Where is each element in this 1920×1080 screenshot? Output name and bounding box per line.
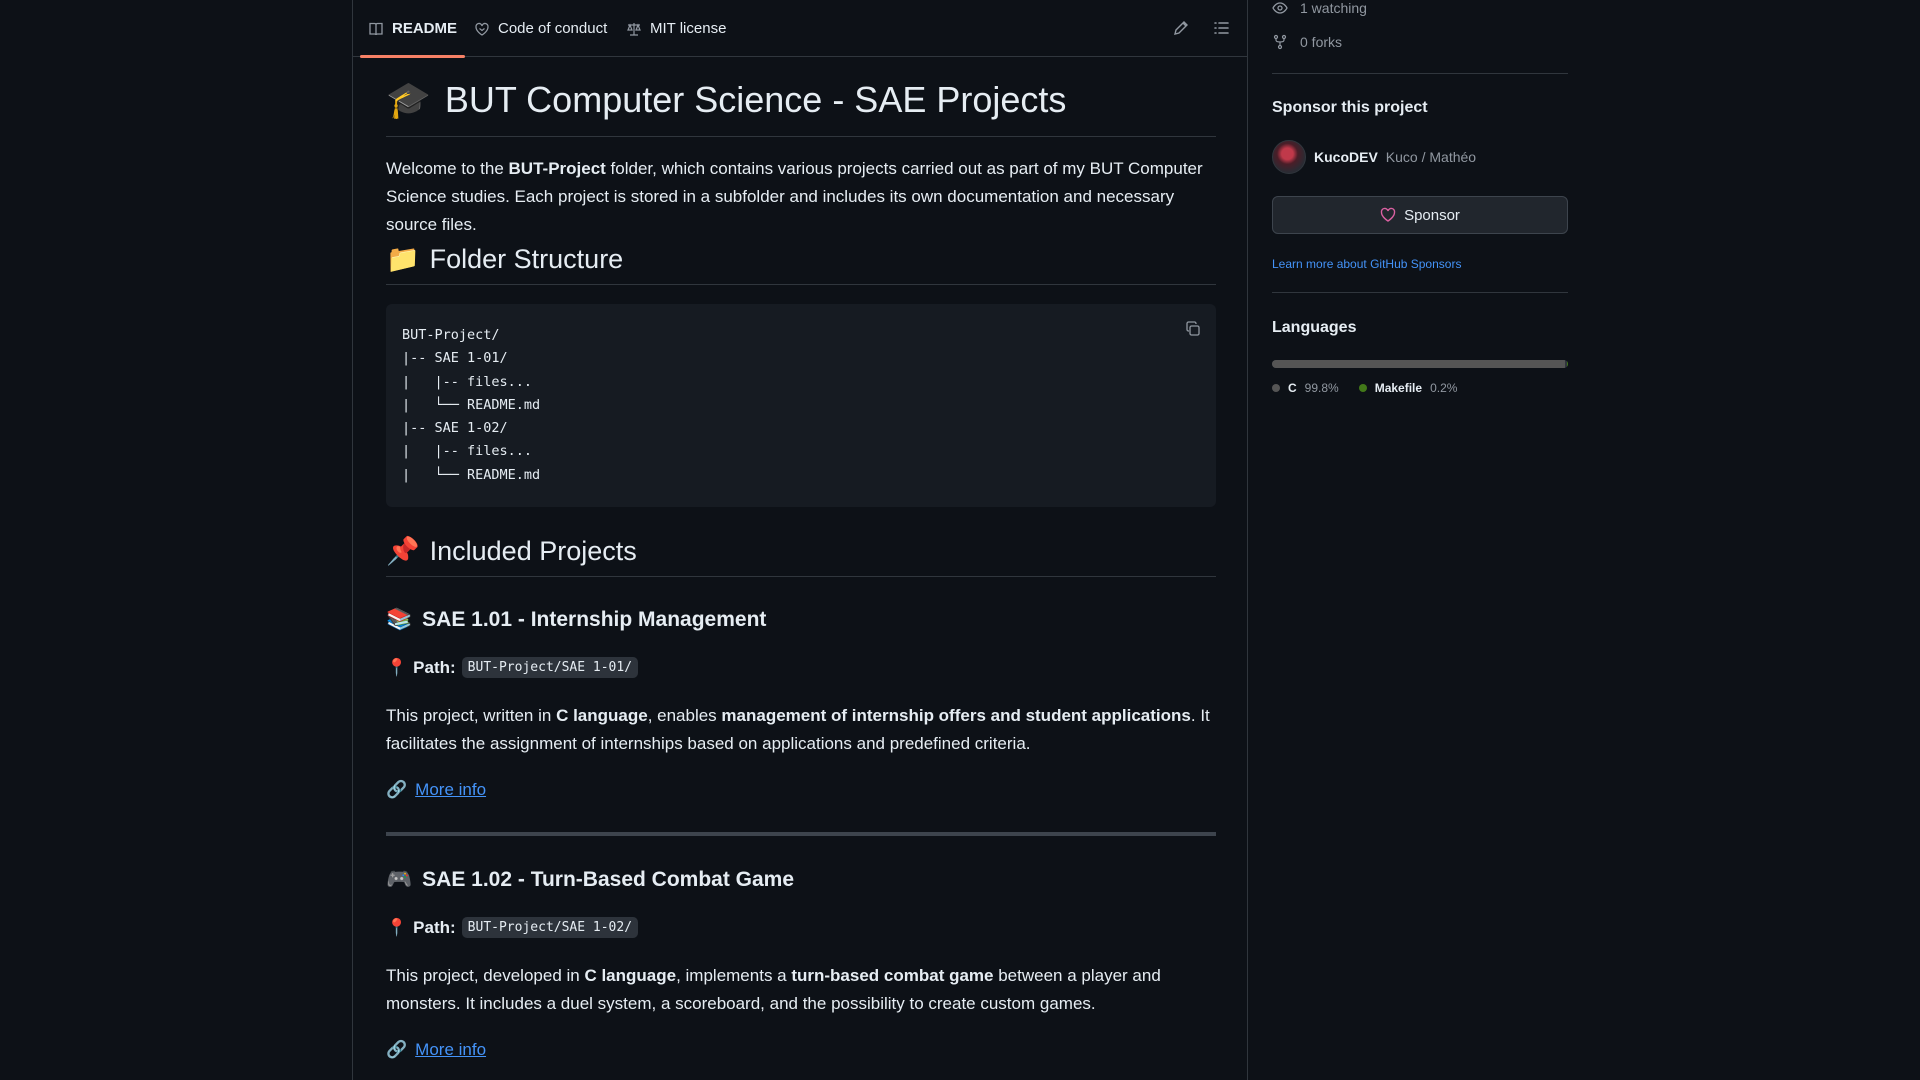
project-2-description: This project, developed in C language, i… [386,962,1216,1018]
tab-code-of-conduct-label: Code of conduct [498,20,608,37]
languages-bar [1272,360,1568,368]
link-icon: 🔗 [386,1040,408,1059]
tab-mit-license[interactable]: MIT license [626,0,726,57]
language-percent: 99.8% [1304,381,1339,395]
project-2-more-info: 🔗 More info [386,1040,486,1060]
folder-structure-heading: 📁 Folder Structure [386,243,623,275]
learn-more-sponsors-link[interactable]: Learn more about GitHub Sponsors [1272,257,1461,271]
language-color-dot [1272,384,1280,392]
project-1-path-code: BUT-Project/SAE 1-01/ [461,657,639,678]
desc-text: This project, written in [386,706,557,725]
language-name: C [1288,381,1297,395]
outline-list-icon[interactable] [1211,18,1231,38]
repo-sidebar: 1 watching 0 forks Sponsor this project … [1272,0,1568,1080]
language-item-makefile[interactable]: Makefile 0.2% [1358,381,1458,395]
book-icon [369,22,383,35]
folder-icon: 📁 [386,244,420,274]
law-icon [627,22,641,36]
sidebar-divider [1272,73,1568,74]
languages-heading: Languages [1272,319,1357,336]
intro-paragraph: Welcome to the BUT-Project folder, which… [386,155,1216,239]
projects-separator [386,832,1216,836]
forks-count: 0 forks [1300,34,1343,50]
eye-icon [1272,2,1288,14]
sponsor-heading: Sponsor this project [1272,99,1428,116]
readme-panel: README Code of conduct MIT license 🎓 BUT… [352,0,1248,1080]
folder-structure-heading-text: Folder Structure [429,243,624,274]
project-2-path-code: BUT-Project/SAE 1-02/ [461,917,639,938]
project-2-title: SAE 1.02 - Turn-Based Combat Game [422,868,795,891]
intro-bold: BUT-Project [508,159,606,178]
language-name: Makefile [1374,381,1423,395]
title-divider [386,136,1216,137]
avatar[interactable] [1272,140,1306,174]
language-item-c[interactable]: C 99.8% [1272,381,1339,395]
sponsor-display-name: Kuco / Mathéo [1385,149,1477,165]
project-1-description: This project, written in C language, ena… [386,702,1216,758]
project-1-heading: 📚 SAE 1.01 - Internship Management [386,608,766,632]
heart-icon [1380,207,1396,222]
watching-stat[interactable]: 1 watching [1272,0,1367,16]
readme-title-text: BUT Computer Science - SAE Projects [444,79,1067,120]
language-bar-segment [1272,360,1566,368]
project-2-path: 📍 Path: BUT-Project/SAE 1-02/ [386,917,639,938]
copy-icon[interactable] [1184,320,1202,338]
path-label: Path: [413,657,456,677]
edit-pencil-icon[interactable] [1171,18,1191,38]
books-icon: 📚 [386,608,413,631]
included-projects-heading: 📌 Included Projects [386,535,637,567]
folder-tree-text: BUT-Project/ |-- SAE 1-01/ | |-- files..… [402,327,541,483]
tab-readme-label: README [392,20,458,37]
desc-bold: management of internship offers and stud… [721,706,1191,725]
round-pushpin-icon: 📍 [386,657,408,677]
round-pushpin-icon: 📍 [386,917,408,937]
sponsor-username[interactable]: KucoDEV [1314,149,1378,165]
projects-divider [386,576,1216,577]
desc-bold: C language [556,706,648,725]
folder-tree-codeblock: BUT-Project/ |-- SAE 1-01/ | |-- files..… [386,304,1216,508]
language-color-dot [1358,384,1367,392]
project-1-path: 📍 Path: BUT-Project/SAE 1-01/ [386,657,639,678]
tab-mit-license-label: MIT license [650,20,727,37]
included-projects-heading-text: Included Projects [429,535,637,566]
game-controller-icon: 🎮 [386,868,413,891]
language-percent: 0.2% [1430,381,1458,395]
pushpin-icon: 📌 [386,536,420,566]
languages-legend: C 99.8% Makefile 0.2% [1272,381,1457,395]
forks-stat[interactable]: 0 forks [1272,34,1342,50]
desc-bold: C language [584,966,677,985]
project-1-more-info: 🔗 More info [386,780,486,800]
readme-title: 🎓 BUT Computer Science - SAE Projects [386,79,1066,121]
path-label: Path: [413,917,456,937]
link-icon: 🔗 [386,780,408,799]
watching-count: 1 watching [1300,0,1367,16]
page-gutter [0,0,352,1080]
more-info-link[interactable]: More info [415,1040,486,1060]
fork-icon [1273,34,1287,50]
sponsor-button[interactable]: Sponsor [1272,196,1568,234]
desc-text: This project, developed in [386,966,585,985]
project-1-title: SAE 1.01 - Internship Management [422,608,767,631]
more-info-link[interactable]: More info [415,780,486,800]
intro-text-1: Welcome to the [386,159,509,178]
code-of-conduct-icon [475,22,489,36]
desc-text: , enables [647,706,722,725]
tab-code-of-conduct[interactable]: Code of conduct [474,0,607,57]
project-2-heading: 🎮 SAE 1.02 - Turn-Based Combat Game [386,868,794,892]
graduation-cap-icon: 🎓 [386,79,431,120]
readme-tabbar: README Code of conduct MIT license [353,0,1247,58]
folder-divider [386,284,1216,285]
sponsor-button-label: Sponsor [1404,206,1460,224]
desc-text: , implements a [676,966,792,985]
tab-readme[interactable]: README [359,0,466,58]
desc-bold: turn-based combat game [791,966,994,985]
sidebar-divider [1272,292,1568,293]
language-bar-segment [1567,360,1568,368]
sponsor-user[interactable]: KucoDEV Kuco / Mathéo [1272,140,1476,174]
